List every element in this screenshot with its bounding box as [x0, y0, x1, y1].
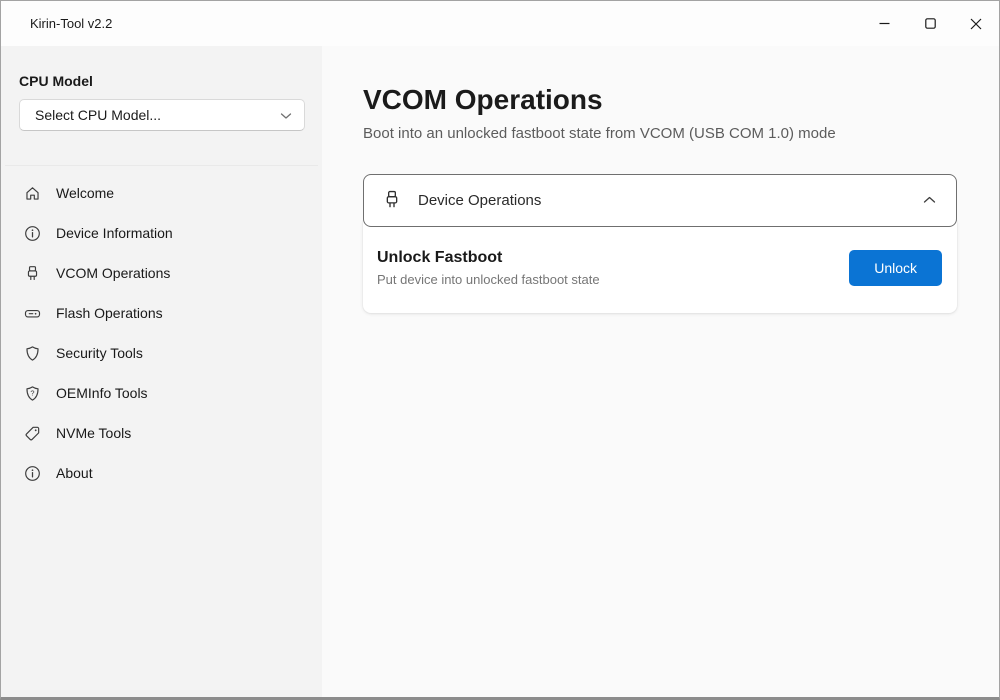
usb-plug-icon: [24, 265, 41, 282]
sidebar-item-label: Welcome: [56, 185, 114, 201]
main-content: VCOM Operations Boot into an unlocked fa…: [322, 46, 999, 697]
shield-icon: [24, 345, 41, 362]
info-circle-icon: [24, 225, 41, 242]
tag-icon: [24, 425, 41, 442]
panel-header-label: Device Operations: [418, 192, 541, 209]
window-controls: [861, 1, 999, 46]
device-operations-panel-header[interactable]: Device Operations: [363, 174, 957, 227]
shield-question-icon: ?: [24, 385, 41, 402]
window-title: Kirin-Tool v2.2: [1, 16, 112, 31]
sidebar-item-label: Device Information: [56, 225, 173, 241]
sidebar-nav: Welcome Device Information VCOM Operatio…: [1, 166, 322, 493]
cpu-model-select-value: Select CPU Model...: [35, 107, 161, 123]
page-subtitle: Boot into an unlocked fastboot state fro…: [363, 125, 957, 142]
unlock-fastboot-row: Unlock Fastboot Put device into unlocked…: [377, 249, 942, 287]
device-operations-panel-body: Unlock Fastboot Put device into unlocked…: [363, 221, 957, 313]
usb-plug-icon: [383, 190, 401, 210]
chevron-up-icon: [923, 196, 936, 204]
maximize-button[interactable]: [907, 1, 953, 46]
cpu-model-label: CPU Model: [19, 73, 304, 89]
close-button[interactable]: [953, 1, 999, 46]
operation-description: Put device into unlocked fastboot state: [377, 272, 600, 287]
sidebar-item-welcome[interactable]: Welcome: [1, 173, 322, 213]
app-window: Kirin-Tool v2.2 CPU Model: [0, 0, 1000, 700]
sidebar-item-security-tools[interactable]: Security Tools: [1, 333, 322, 373]
sidebar-item-label: Security Tools: [56, 345, 143, 361]
sidebar-item-label: NVMe Tools: [56, 425, 131, 441]
chevron-down-icon: [280, 107, 292, 123]
sidebar-item-oeminfo-tools[interactable]: ? OEMInfo Tools: [1, 373, 322, 413]
page-title: VCOM Operations: [363, 85, 957, 116]
sidebar-item-label: About: [56, 465, 93, 481]
cpu-model-select[interactable]: Select CPU Model...: [19, 99, 305, 131]
home-icon: [24, 185, 41, 202]
sidebar: CPU Model Select CPU Model... Welcome: [1, 46, 322, 697]
svg-text:?: ?: [30, 388, 34, 397]
sidebar-item-nvme-tools[interactable]: NVMe Tools: [1, 413, 322, 453]
sidebar-item-vcom-operations[interactable]: VCOM Operations: [1, 253, 322, 293]
operation-title: Unlock Fastboot: [377, 249, 600, 267]
titlebar: Kirin-Tool v2.2: [1, 1, 999, 46]
close-icon: [970, 18, 982, 30]
sidebar-item-about[interactable]: About: [1, 453, 322, 493]
sidebar-item-device-information[interactable]: Device Information: [1, 213, 322, 253]
minimize-icon: [879, 18, 890, 29]
device-operations-panel: Device Operations Unlock Fastboot Put de…: [363, 174, 957, 313]
info-circle-icon: [24, 465, 41, 482]
sidebar-item-label: OEMInfo Tools: [56, 385, 148, 401]
maximize-icon: [925, 18, 936, 29]
sidebar-item-label: Flash Operations: [56, 305, 163, 321]
unlock-button[interactable]: Unlock: [849, 250, 942, 286]
sidebar-item-flash-operations[interactable]: Flash Operations: [1, 293, 322, 333]
sim-card-icon: [24, 305, 41, 322]
sidebar-item-label: VCOM Operations: [56, 265, 170, 281]
minimize-button[interactable]: [861, 1, 907, 46]
